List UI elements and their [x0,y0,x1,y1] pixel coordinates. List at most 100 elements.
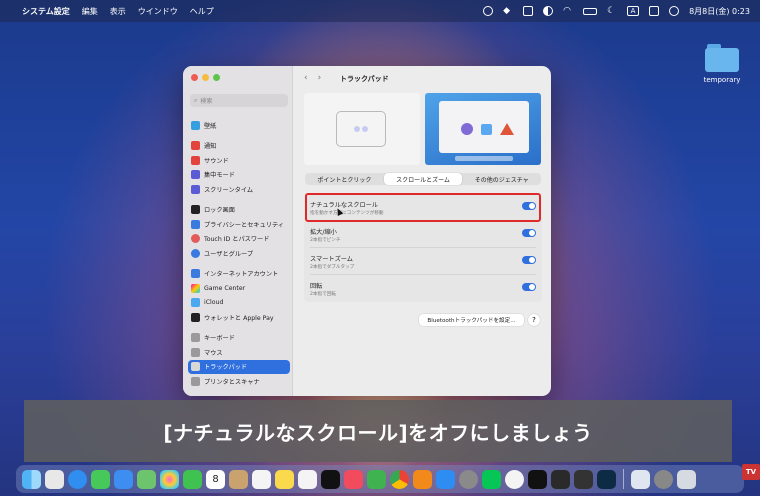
printer-icon [191,376,200,386]
sidebar-item-privacy[interactable]: プライバシーとセキュリティ [188,217,290,232]
wifi-icon[interactable]: ◠ [563,6,573,16]
sidebar-item-trackpad[interactable]: トラックパッド [188,359,290,374]
subtitle-text: [ナチュラルなスクロール]をオフにしましょう [163,420,593,445]
bluetooth-trackpad-button[interactable]: Bluetoothトラックパッドを設定... [419,314,524,326]
setting-subtitle: 2本指でダブルタップ [310,265,355,270]
menu-help[interactable]: ヘルプ [190,6,214,17]
sidebar-item-focus[interactable]: 集中モード [188,168,290,183]
line-icon[interactable] [482,469,501,489]
calendar-icon[interactable]: 8 [206,469,225,489]
photos-icon[interactable] [160,469,179,489]
menu-view[interactable]: 表示 [110,6,126,17]
close-button[interactable] [191,74,198,81]
mail-icon[interactable] [114,469,133,489]
sidebar-item-wallpaper[interactable]: 壁紙 [188,118,290,133]
trackpad-icon [191,362,200,372]
setting-row-zoom: 拡大/縮小 2本指でピンチ [304,221,542,248]
input-source-icon[interactable]: A [627,6,640,16]
sidebar-item-notifications[interactable]: 通知 [188,139,290,154]
sidebar-item-lock-screen[interactable]: ロック画面 [188,203,290,218]
preview-window [439,101,529,153]
preview-icon[interactable] [631,469,650,489]
sidebar-item-game-center[interactable]: Game Center [188,281,290,296]
menu-bar: システム設定 編集 表示 ウインドウ ヘルプ ◆ ◠ ☾ A 8月8日(金) 0… [0,0,760,22]
davinci-icon[interactable] [551,469,570,489]
control-center-icon[interactable] [649,6,660,16]
cloud-icon [191,298,200,308]
screen-time-icon [191,184,200,194]
status-area: ◆ ◠ ☾ A 8月8日(金) 0:23 [483,6,750,17]
contacts-icon[interactable] [229,469,248,489]
calculator-icon[interactable] [574,469,593,489]
sidebar-item-keyboard[interactable]: キーボード [188,331,290,346]
numbers-icon[interactable] [367,469,386,489]
safari-icon[interactable] [68,469,87,489]
page-title: トラックパッド [340,75,389,83]
settings-icon[interactable] [459,469,478,489]
facetime-icon[interactable] [183,469,202,489]
minimize-button[interactable] [202,74,209,81]
sidebar-item-internet-accounts[interactable]: インターネットアカウント [188,267,290,282]
sound-icon [191,155,200,165]
chatgpt-icon[interactable] [505,469,524,489]
menu-window[interactable]: ウインドウ [138,6,178,17]
sidebar-item-printers[interactable]: プリンタとスキャナ [188,374,290,389]
battery-icon[interactable] [583,7,598,15]
sidebar-item-users[interactable]: ユーザとグループ [188,246,290,261]
chrome-icon[interactable] [390,469,409,489]
help-button[interactable]: ? [528,314,540,326]
back-icon[interactable]: ‹ [304,73,308,83]
sidebar-item-touch-id[interactable]: Touch ID とパスワード [188,232,290,247]
game-center-icon [191,283,200,293]
gesture-preview [425,93,541,165]
tab-point-and-click[interactable]: ポイントとクリック [305,173,384,185]
setting-title: 拡大/縮小 [310,229,337,236]
lock-screen-icon [191,205,200,215]
smart-zoom-toggle[interactable] [522,256,536,264]
setting-subtitle: 2本指でピンチ [310,238,341,243]
notifications-icon [191,141,200,151]
display-icon[interactable] [523,6,534,16]
rotate-toggle[interactable] [522,283,536,291]
tab-scroll-and-zoom[interactable]: スクロールとズーム [383,173,463,185]
wallpaper-icon [191,120,200,130]
music-icon[interactable] [344,469,363,489]
desktop-folder-label: temporary [703,76,741,84]
capcut-icon[interactable] [528,469,547,489]
launchpad-icon[interactable] [45,469,64,489]
siri-icon[interactable] [669,6,680,16]
freeform-icon[interactable] [298,469,317,489]
dropbox-icon[interactable]: ◆ [503,6,513,16]
focus-icon [191,170,200,180]
appletv-icon[interactable] [321,469,340,489]
menu-edit[interactable]: 編集 [82,6,98,17]
zoom-button[interactable] [213,74,220,81]
keyboard-icon [191,333,200,343]
photoshop-icon[interactable] [597,469,616,489]
reminders-icon[interactable] [252,469,271,489]
menubar-clock[interactable]: 8月8日(金) 0:23 [689,6,750,17]
search-placeholder: 検索 [200,98,213,105]
notes-icon[interactable] [275,469,294,489]
trash-icon[interactable] [677,469,696,489]
sidebar-item-screen-time[interactable]: スクリーンタイム [188,182,290,197]
books-icon[interactable] [413,469,432,489]
zoom-toggle[interactable] [522,229,536,237]
appstore-icon[interactable] [436,469,455,489]
messages-icon[interactable] [91,469,110,489]
moon-icon[interactable]: ☾ [607,6,617,16]
quicktime-icon[interactable] [654,469,673,489]
sidebar-item-icloud[interactable]: iCloud [188,296,290,311]
record-icon[interactable] [483,6,494,16]
sidebar-item-mouse[interactable]: マウス [188,345,290,360]
contrast-icon[interactable] [543,6,554,16]
app-menu[interactable]: システム設定 [22,6,70,17]
forward-icon[interactable]: › [318,73,322,83]
sidebar-item-wallet[interactable]: ウォレットと Apple Pay [188,310,290,325]
tab-more-gestures[interactable]: その他のジェスチャ [462,173,541,185]
finder-icon[interactable] [22,469,41,489]
sidebar-item-sound[interactable]: サウンド [188,153,290,168]
desktop-folder[interactable]: temporary [700,44,744,84]
search-input[interactable]: ⌕ 検索 [190,94,288,107]
maps-icon[interactable] [137,469,156,489]
